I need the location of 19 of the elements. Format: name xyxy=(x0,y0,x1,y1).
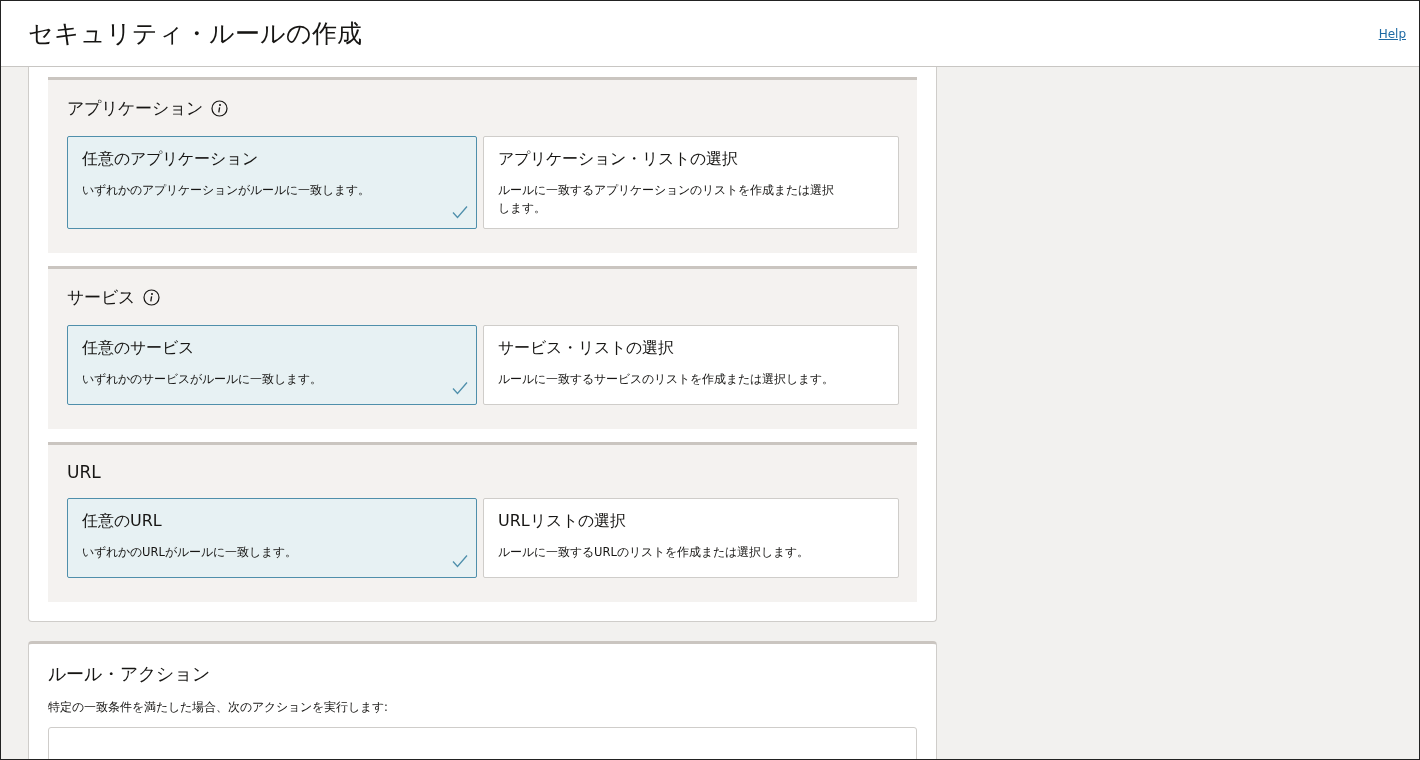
info-icon[interactable] xyxy=(143,288,160,306)
choice-card[interactable]: サービス・リストの選択 ルールに一致するサービスのリストを作成または選択します。 xyxy=(483,324,899,405)
page-title: セキュリティ・ルールの作成 xyxy=(28,18,362,50)
section-title: アプリケーション xyxy=(67,97,203,120)
choice-card[interactable]: URLリストの選択 ルールに一致するURLのリストを作成または選択します。 xyxy=(483,497,899,578)
check-icon xyxy=(452,553,468,568)
info-icon[interactable] xyxy=(211,100,228,117)
action-field[interactable] xyxy=(48,726,917,759)
choice-card[interactable]: 任意のURL いずれかのURLがルールに一致します。 xyxy=(67,497,477,578)
check-icon xyxy=(452,204,468,219)
section-description: 特定の一致条件を満たした場合、次のアクションを実行します: xyxy=(48,699,389,715)
section-title: サービス xyxy=(67,285,135,309)
section-title: URL xyxy=(67,461,101,482)
choice-card[interactable]: 任意のサービス いずれかのサービスがルールに一致します。 xyxy=(67,324,477,405)
section-title: ルール・アクション xyxy=(48,661,211,686)
check-icon xyxy=(452,380,468,395)
help-link[interactable]: Help xyxy=(1378,26,1406,41)
choice-card[interactable]: アプリケーション・リストの選択 ルールに一致するアプリケーションのリストを作成または選択します。 xyxy=(483,136,899,229)
choice-card[interactable]: 任意のアプリケーション いずれかのアプリケーションがルールに一致します。 xyxy=(67,136,477,229)
